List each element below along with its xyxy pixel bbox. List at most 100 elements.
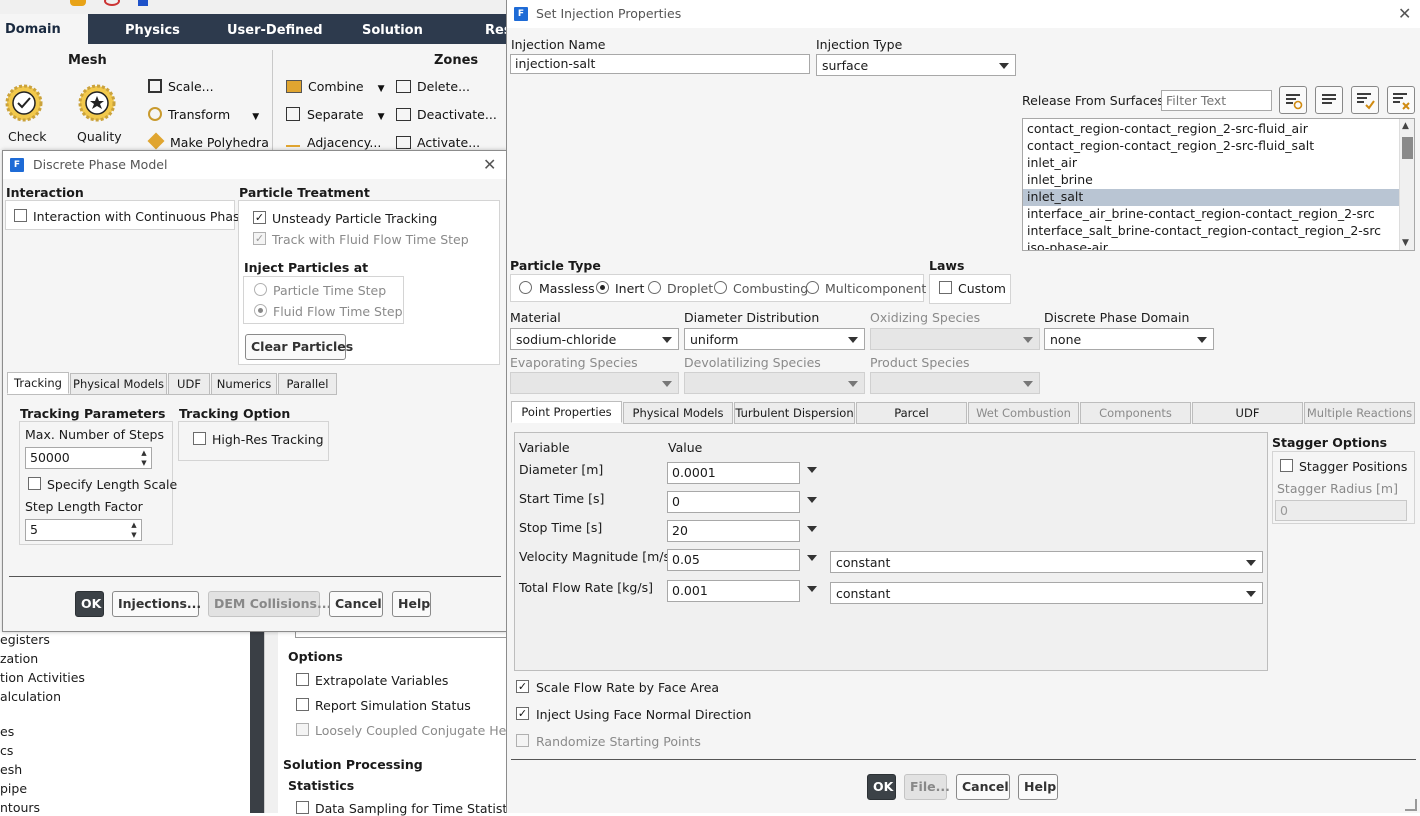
chevron-down-icon[interactable] <box>807 555 817 561</box>
close-icon[interactable]: ✕ <box>483 155 496 174</box>
interaction-checkbox[interactable] <box>14 209 27 222</box>
tab-udf[interactable]: UDF <box>1192 402 1303 424</box>
transform-button[interactable]: Transform ▼ <box>148 107 259 122</box>
tab-turbulent-dispersion[interactable]: Turbulent Dispersion <box>734 402 855 424</box>
dpm-titlebar[interactable]: F Discrete Phase Model ✕ <box>3 151 506 179</box>
devolatilizing-species-select[interactable] <box>684 372 865 394</box>
tab-physical-models[interactable]: Physical Models <box>70 373 167 395</box>
discrete-phase-domain-select[interactable]: none <box>1044 328 1214 350</box>
combine-button[interactable]: Combine ▼ <box>286 79 385 94</box>
spin-down-icon[interactable]: ▼ <box>129 531 139 539</box>
list-item[interactable]: interface_salt_brine-contact_region-cont… <box>1023 223 1399 240</box>
transform-dropdown-icon[interactable]: ▼ <box>252 112 259 122</box>
tab-point-properties[interactable]: Point Properties <box>511 401 622 423</box>
filter-text-input[interactable] <box>1161 90 1272 111</box>
scroll-up-icon[interactable]: ▲ <box>1402 121 1409 131</box>
list-item[interactable]: iso-phase-air <box>1023 240 1399 250</box>
list-item[interactable]: contact_region-contact_region_2-src-flui… <box>1023 138 1399 155</box>
multicomponent-radio[interactable] <box>806 281 819 294</box>
stop-time-input[interactable]: 20 <box>667 520 800 542</box>
list-item[interactable]: inlet_air <box>1023 155 1399 172</box>
combusting-radio[interactable] <box>714 281 727 294</box>
help-button[interactable]: Help <box>1018 774 1058 800</box>
cancel-button[interactable]: Cancel <box>956 774 1010 800</box>
oxidizing-species-select[interactable] <box>870 328 1040 350</box>
tree-splitter[interactable] <box>264 630 278 813</box>
tab-domain[interactable]: Domain <box>0 14 88 46</box>
spin-up-icon[interactable]: ▲ <box>139 449 149 457</box>
tab-solution[interactable]: Solution <box>362 23 423 38</box>
randomize-checkbox[interactable] <box>516 734 529 747</box>
tab-parallel[interactable]: Parallel <box>278 373 337 395</box>
tree-item[interactable]: zation <box>0 651 38 666</box>
make-polyhedra-button[interactable]: Make Polyhedra <box>147 132 269 150</box>
tab-components[interactable]: Components <box>1080 402 1191 424</box>
unsteady-checkbox[interactable]: ✓ <box>253 211 266 224</box>
quality-button[interactable]: Quality <box>76 84 136 146</box>
inject-face-normal-checkbox[interactable]: ✓ <box>516 707 529 720</box>
tab-multiple-reactions[interactable]: Multiple Reactions <box>1304 402 1415 424</box>
report-status-checkbox[interactable] <box>296 698 309 711</box>
tree-item[interactable]: egisters <box>0 632 50 647</box>
scroll-down-icon[interactable]: ▼ <box>1402 238 1409 248</box>
tab-physics[interactable]: Physics <box>125 23 180 38</box>
resize-grip-icon[interactable] <box>1405 799 1417 811</box>
tab-numerics[interactable]: Numerics <box>211 373 277 395</box>
clear-particles-button[interactable]: Clear Particles <box>245 334 353 360</box>
diameter-distribution-select[interactable]: uniform <box>684 328 865 350</box>
specify-length-scale-checkbox[interactable] <box>28 477 41 490</box>
align-surfaces-button[interactable] <box>1315 86 1343 114</box>
spin-down-icon[interactable]: ▼ <box>139 459 149 467</box>
list-item[interactable]: contact_region-contact_region_2-src-flui… <box>1023 121 1399 138</box>
list-item[interactable]: interface_air_brine-contact_region-conta… <box>1023 206 1399 223</box>
data-sampling-checkbox[interactable] <box>296 801 309 814</box>
chevron-down-icon[interactable] <box>807 586 817 592</box>
injection-type-select[interactable]: surface <box>816 54 1016 76</box>
extrapolate-checkbox[interactable] <box>296 673 309 686</box>
scale-button[interactable]: Scale... <box>148 79 214 94</box>
material-select[interactable]: sodium-chloride <box>510 328 679 350</box>
ok-button[interactable]: OK <box>75 591 104 617</box>
dem-collisions-button[interactable]: DEM Collisions... <box>208 591 331 617</box>
tab-user-defined[interactable]: User-Defined <box>227 23 323 38</box>
surfaces-list[interactable]: contact_region-contact_region_2-src-flui… <box>1022 118 1415 251</box>
tree-item[interactable]: cs <box>0 743 13 758</box>
tab-wet-combustion[interactable]: Wet Combustion <box>968 402 1079 424</box>
loosely-coupled-checkbox[interactable] <box>296 723 309 736</box>
tab-parcel[interactable]: Parcel <box>856 402 967 424</box>
tree-scrollbar[interactable] <box>250 630 264 813</box>
tree-item[interactable]: esh <box>0 762 22 777</box>
scroll-thumb[interactable] <box>1402 137 1413 159</box>
velocity-magnitude-input[interactable]: 0.05 <box>667 549 800 571</box>
combine-dropdown-icon[interactable]: ▼ <box>378 84 385 94</box>
tab-tracking[interactable]: Tracking <box>7 372 69 394</box>
filter-surfaces-button[interactable] <box>1279 86 1307 114</box>
injection-titlebar[interactable]: F Set Injection Properties ✕ <box>507 0 1420 28</box>
fluid-flow-time-step-radio[interactable] <box>254 304 267 317</box>
droplet-radio[interactable] <box>648 281 661 294</box>
flow-rate-profile-select[interactable]: constant <box>830 582 1263 604</box>
activate-button[interactable]: Activate... <box>396 135 480 150</box>
product-species-select[interactable] <box>870 372 1040 394</box>
particle-time-step-radio[interactable] <box>254 283 267 296</box>
ok-button[interactable]: OK <box>867 774 896 800</box>
tab-udf[interactable]: UDF <box>168 373 210 395</box>
massless-radio[interactable] <box>519 281 532 294</box>
tab-physical-models[interactable]: Physical Models <box>623 402 733 424</box>
chevron-down-icon[interactable] <box>807 526 817 532</box>
chevron-down-icon[interactable] <box>807 467 817 473</box>
track-fluid-checkbox[interactable]: ✓ <box>253 232 266 245</box>
deselect-all-surfaces-button[interactable] <box>1387 86 1415 114</box>
step-length-factor-input[interactable]: 5 ▲ ▼ <box>25 519 142 541</box>
separate-button[interactable]: Separate ▼ <box>286 107 385 122</box>
stagger-positions-checkbox[interactable] <box>1280 459 1293 472</box>
injections-button[interactable]: Injections... <box>112 591 201 617</box>
diameter-input[interactable]: 0.0001 <box>667 462 800 484</box>
cancel-button[interactable]: Cancel <box>329 591 383 617</box>
velocity-profile-select[interactable]: constant <box>830 551 1263 573</box>
tree-item[interactable]: tion Activities <box>0 670 85 685</box>
delete-button[interactable]: Delete... <box>396 79 470 94</box>
stagger-radius-input[interactable]: 0 <box>1275 500 1407 521</box>
check-button[interactable]: Check <box>4 84 46 146</box>
list-item-selected[interactable]: inlet_salt <box>1023 189 1399 206</box>
